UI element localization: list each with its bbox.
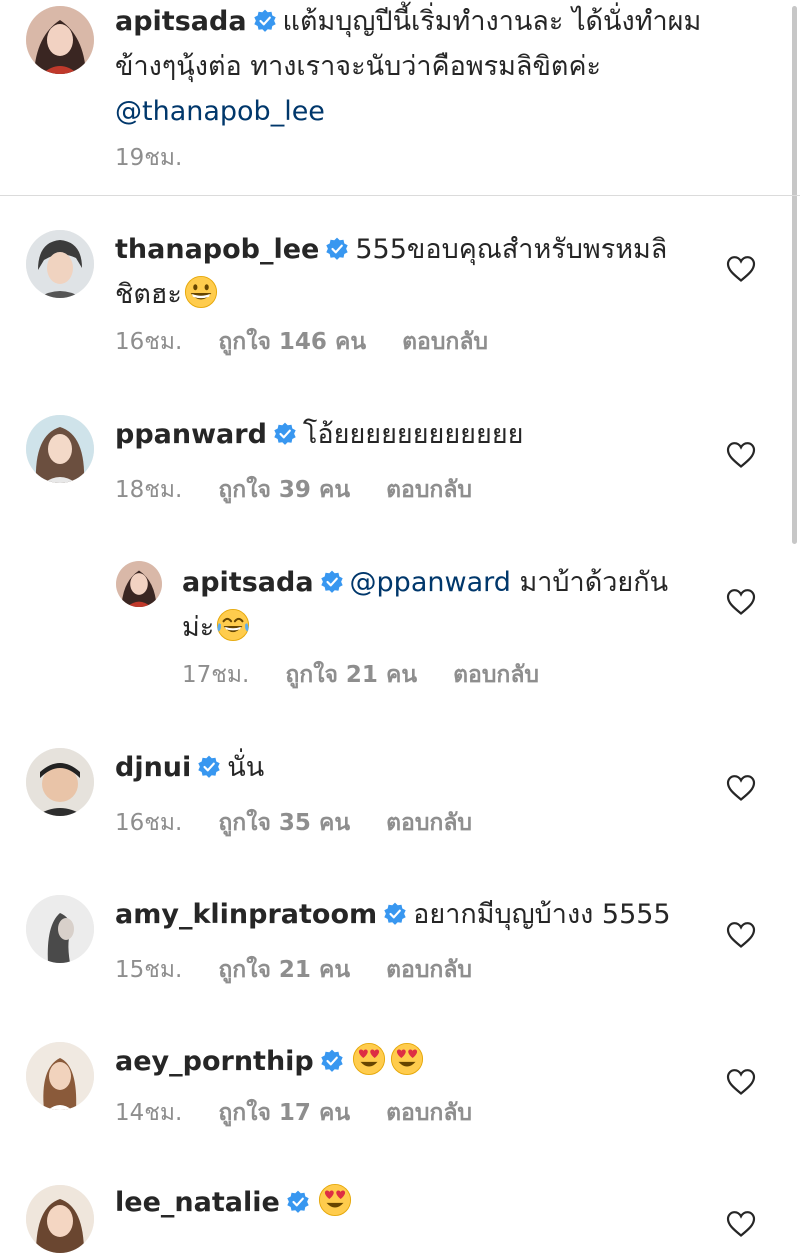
verified-badge-icon	[286, 1190, 310, 1214]
caption-mention[interactable]: @thanapob_lee	[115, 96, 325, 127]
comment-body: 555ขอบคุณสำหรับพรหมลิ	[355, 234, 668, 265]
heart-outline-icon[interactable]	[726, 1210, 756, 1238]
comment-meta: 17ชม. ถูกใจ 21 คน ตอบกลับ	[182, 657, 539, 693]
comment-meta: 18ชม. ถูกใจ 39 คน ตอบกลับ	[115, 472, 472, 508]
avatar[interactable]	[26, 6, 94, 74]
comment-text: lee_natalie	[115, 1180, 715, 1225]
reply-button[interactable]: ตอบกลับ	[386, 810, 472, 836]
comment-username[interactable]: djnui	[115, 752, 191, 783]
comment-meta: 16ชม. ถูกใจ 146 คน ตอบกลับ	[115, 324, 488, 360]
comment-likes[interactable]: ถูกใจ 17 คน	[218, 1100, 350, 1126]
comment-text: ppanward โอ้ยยยยยยยยยยยย	[115, 412, 715, 457]
reply-button[interactable]: ตอบกลับ	[402, 329, 488, 355]
comment-likes[interactable]: ถูกใจ 21 คน	[218, 957, 350, 983]
comment-body: นั่น	[227, 752, 265, 783]
comment-body-line2: ชิตฮะ	[115, 279, 182, 310]
caption-time: 19ชม.	[115, 145, 183, 171]
reply-button[interactable]: ตอบกลับ	[453, 662, 539, 688]
comment-body: อยากมีบุญบ้างง 5555	[413, 899, 671, 930]
avatar[interactable]	[26, 748, 94, 816]
heart-outline-icon[interactable]	[726, 255, 756, 283]
heart-outline-icon[interactable]	[726, 774, 756, 802]
avatar[interactable]	[26, 1185, 94, 1253]
comment-time: 18ชม.	[115, 477, 183, 503]
post-caption: apitsada แต้มบุญปีนี้เริ่มทำงานละ ได้นั่ง…	[0, 0, 800, 196]
caption-text-line2: ข้างๆนุ้งต่อ ทางเราจะนับว่าคือพรมลิขิตค่…	[115, 51, 602, 82]
comment-text: aey_pornthip	[115, 1039, 715, 1084]
verified-badge-icon	[320, 570, 344, 594]
comment-meta: 15ชม. ถูกใจ 21 คน ตอบกลับ	[115, 952, 472, 988]
verified-badge-icon	[325, 237, 349, 261]
heart-eyes-icon	[352, 1042, 386, 1076]
caption-meta: 19ชม.	[115, 140, 218, 176]
comment-text: amy_klinpratoom อยากมีบุญบ้างง 5555	[115, 892, 715, 937]
comment-text: thanapob_lee 555ขอบคุณสำหรับพรหมลิ ชิตฮะ	[115, 227, 715, 317]
heart-eyes-icon	[318, 1183, 352, 1217]
verified-badge-icon	[320, 1049, 344, 1073]
reply-button[interactable]: ตอบกลับ	[386, 957, 472, 983]
verified-badge-icon	[273, 422, 297, 446]
comment-body: โอ้ยยยยยยยยยยยย	[302, 419, 524, 450]
comment-time: 17ชม.	[182, 662, 250, 688]
verified-badge-icon	[383, 902, 407, 926]
avatar[interactable]	[26, 415, 94, 483]
comment-body-line2: ม่ะ	[182, 612, 215, 643]
comment-likes[interactable]: ถูกใจ 21 คน	[285, 662, 417, 688]
avatar[interactable]	[26, 1042, 94, 1110]
heart-outline-icon[interactable]	[726, 588, 756, 616]
avatar[interactable]	[116, 561, 162, 607]
reply-text: apitsada @ppanward มาบ้าด้วยกัน ม่ะ	[182, 560, 722, 650]
grinning-face-icon	[184, 275, 218, 309]
reply-button[interactable]: ตอบกลับ	[386, 1100, 472, 1126]
caption-text: apitsada แต้มบุญปีนี้เริ่มทำงานละ ได้นั่ง…	[115, 0, 755, 134]
comment-username[interactable]: aey_pornthip	[115, 1046, 314, 1077]
comment-likes[interactable]: ถูกใจ 146 คน	[218, 329, 366, 355]
comment-likes[interactable]: ถูกใจ 39 คน	[218, 477, 350, 503]
tears-of-joy-icon	[216, 608, 250, 642]
comment-text: djnui นั่น	[115, 745, 715, 790]
avatar[interactable]	[26, 230, 94, 298]
heart-outline-icon[interactable]	[726, 441, 756, 469]
comment-meta: 16ชม. ถูกใจ 35 คน ตอบกลับ	[115, 805, 472, 841]
comment-mention[interactable]: @ppanward	[350, 567, 511, 598]
heart-outline-icon[interactable]	[726, 1068, 756, 1096]
comment-time: 14ชม.	[115, 1100, 183, 1126]
comment-username[interactable]: lee_natalie	[115, 1187, 280, 1218]
comment-username[interactable]: amy_klinpratoom	[115, 899, 377, 930]
heart-eyes-icon	[390, 1042, 424, 1076]
comment-time: 16ชม.	[115, 810, 183, 836]
comment-meta: 14ชม. ถูกใจ 17 คน ตอบกลับ	[115, 1095, 472, 1131]
comment-body: มาบ้าด้วยกัน	[510, 567, 669, 598]
caption-username[interactable]: apitsada	[115, 6, 247, 37]
reply-button[interactable]: ตอบกลับ	[386, 477, 472, 503]
verified-badge-icon	[197, 755, 221, 779]
caption-text-line1: แต้มบุญปีนี้เริ่มทำงานละ ได้นั่งทำผม	[282, 6, 702, 37]
comment-username[interactable]: ppanward	[115, 419, 267, 450]
comment-time: 15ชม.	[115, 957, 183, 983]
comment-username[interactable]: apitsada	[182, 567, 314, 598]
comment-username[interactable]: thanapob_lee	[115, 234, 319, 265]
comment-time: 16ชม.	[115, 329, 183, 355]
heart-outline-icon[interactable]	[726, 921, 756, 949]
avatar[interactable]	[26, 895, 94, 963]
verified-badge-icon	[253, 9, 277, 33]
comment-likes[interactable]: ถูกใจ 35 คน	[218, 810, 350, 836]
